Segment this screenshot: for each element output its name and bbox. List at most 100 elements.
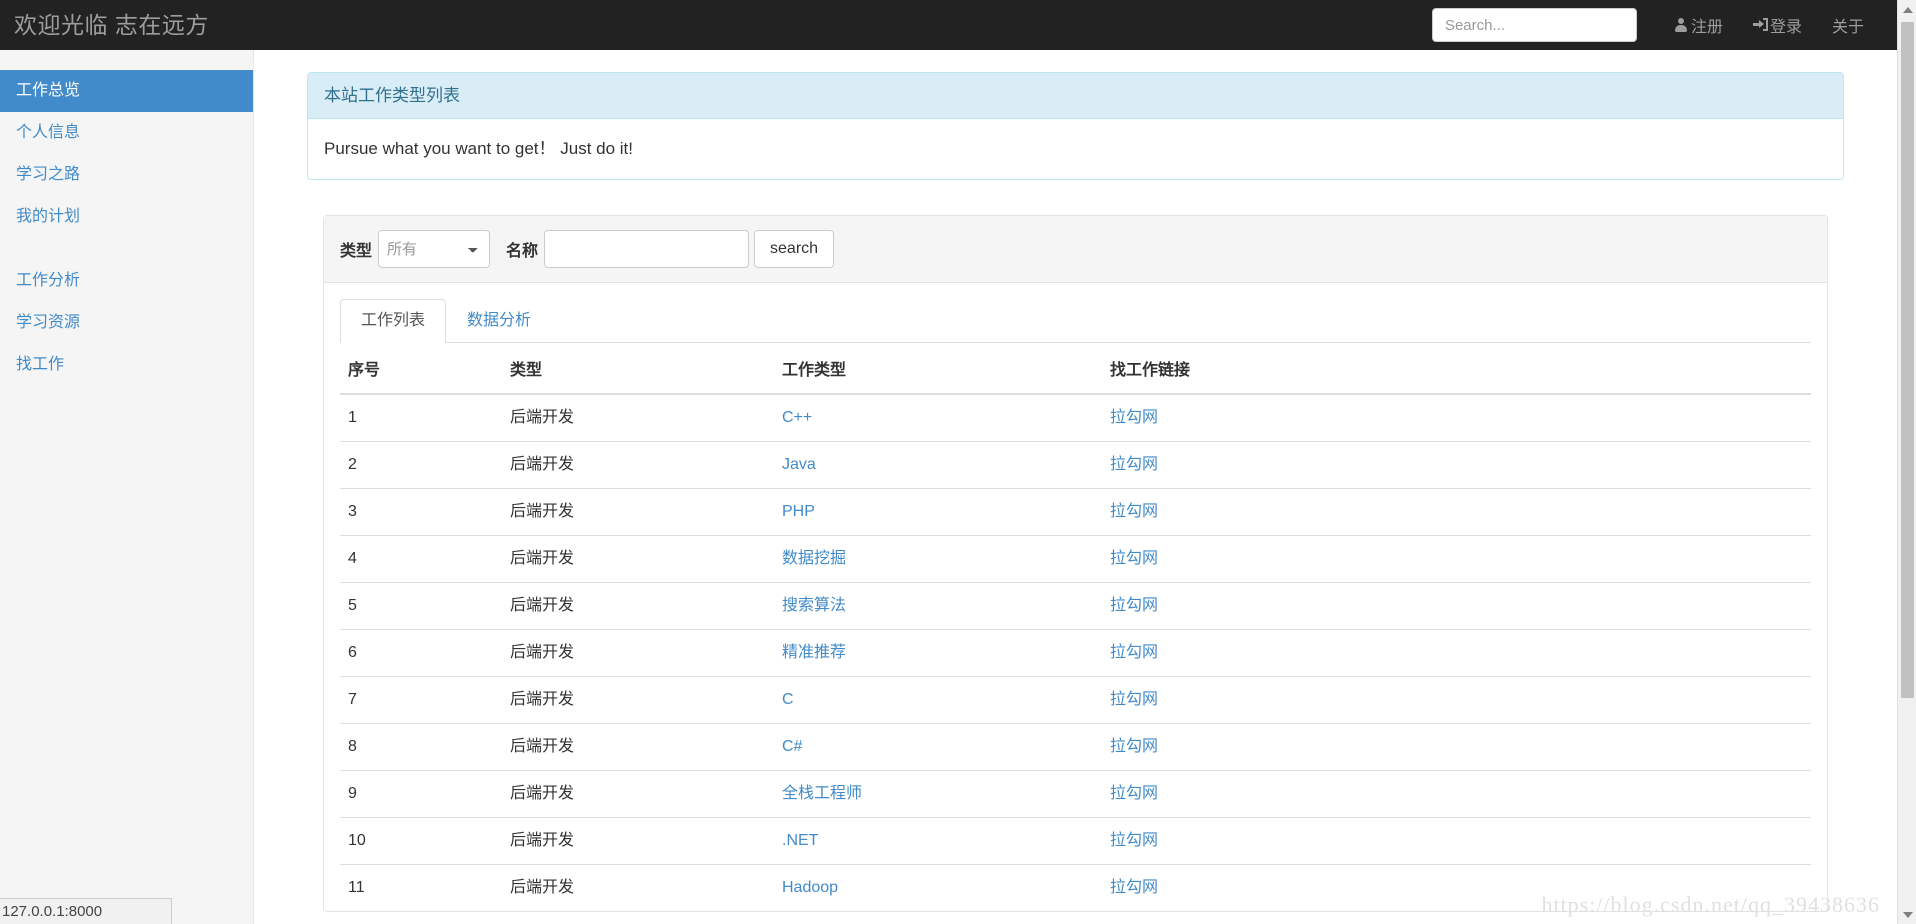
cell-index: 6: [340, 629, 502, 677]
cell-job-site-link[interactable]: 拉勾网: [1102, 817, 1811, 865]
cell-job-site-link[interactable]: 拉勾网: [1102, 394, 1811, 442]
table-row: 7 后端开发 C 拉勾网: [340, 676, 1811, 724]
job-site-link[interactable]: 拉勾网: [1110, 456, 1158, 473]
job-site-link[interactable]: 拉勾网: [1110, 832, 1158, 849]
tab-data-analysis[interactable]: 数据分析: [446, 299, 552, 343]
sidebar-item-label: 学习之路: [16, 166, 81, 183]
type-select[interactable]: 所有: [378, 230, 491, 268]
sidebar-item-study-path[interactable]: 学习之路: [0, 154, 253, 196]
cell-job-type-link[interactable]: 精准推荐: [774, 629, 1102, 677]
cell-job-type-link[interactable]: C#: [774, 723, 1102, 771]
cell-job-type-link[interactable]: PHP: [774, 488, 1102, 536]
job-site-link[interactable]: 拉勾网: [1110, 597, 1158, 614]
scroll-up-arrow-icon[interactable]: [1898, 0, 1916, 19]
cell-index: 7: [340, 676, 502, 724]
cell-category: 后端开发: [502, 676, 774, 724]
jobs-table: 序号 类型 工作类型 找工作链接 1 后端开发 C++ 拉勾网 2 后端开发 Java 拉勾网…: [340, 343, 1811, 911]
search-input[interactable]: [1431, 8, 1637, 42]
job-site-link[interactable]: 拉勾网: [1110, 503, 1158, 520]
column-header-index: 序号: [340, 343, 502, 395]
job-site-link[interactable]: 拉勾网: [1110, 691, 1158, 708]
cell-job-type-link[interactable]: 搜索算法: [774, 582, 1102, 630]
cell-job-type-link[interactable]: .NET: [774, 817, 1102, 865]
sidebar-item-work-analysis[interactable]: 工作分析: [0, 260, 253, 302]
cell-index: 1: [348, 409, 357, 426]
cell-job-site-link[interactable]: 拉勾网: [1102, 441, 1811, 489]
page-scrollbar[interactable]: [1897, 0, 1916, 924]
sidebar-item-label: 我的计划: [16, 208, 81, 225]
table-header-row: 序号 类型 工作类型 找工作链接: [340, 343, 1811, 395]
job-site-link[interactable]: 拉勾网: [1110, 644, 1158, 661]
job-type-link[interactable]: C: [782, 691, 794, 708]
site-brand[interactable]: 欢迎光临 志在远方: [0, 0, 209, 50]
cell-job-type-link[interactable]: Hadoop: [774, 864, 1102, 911]
table-row: 6 后端开发 精准推荐 拉勾网: [340, 629, 1811, 677]
nav-login-link[interactable]: 登录: [1738, 0, 1817, 50]
job-type-link[interactable]: C++: [782, 409, 812, 426]
sidebar-item-study-resources[interactable]: 学习资源: [0, 302, 253, 344]
job-type-link[interactable]: 搜索算法: [782, 597, 846, 614]
job-site-link[interactable]: 拉勾网: [1110, 785, 1158, 802]
tabs-container: 工作列表 数据分析 序号 类型 工作类型 找工作链接 1 后端开发 C++ 拉勾网 2 后…: [324, 283, 1827, 911]
jobs-table-head: 序号 类型 工作类型 找工作链接: [340, 343, 1811, 395]
tab-job-list[interactable]: 工作列表: [340, 299, 447, 343]
nav-register-link[interactable]: 注册: [1659, 0, 1738, 50]
cell-job-type-link[interactable]: 数据挖掘: [774, 535, 1102, 583]
job-type-link[interactable]: C#: [782, 738, 802, 755]
nav-register-label: 注册: [1690, 19, 1723, 36]
sidebar-item-personal-info[interactable]: 个人信息: [0, 112, 253, 154]
sidebar-item-work-overview[interactable]: 工作总览: [0, 70, 253, 112]
tab-list: 工作列表 数据分析: [340, 299, 1811, 343]
panel-title: 本站工作类型列表: [308, 73, 1843, 119]
sidebar-divider-gap: [0, 238, 253, 260]
job-type-link[interactable]: 精准推荐: [782, 644, 846, 661]
job-type-link[interactable]: PHP: [782, 503, 815, 520]
job-site-link[interactable]: 拉勾网: [1110, 879, 1158, 896]
cell-job-site-link[interactable]: 拉勾网: [1102, 723, 1811, 771]
job-site-link[interactable]: 拉勾网: [1110, 550, 1158, 567]
sidebar-item-label: 工作分析: [16, 272, 81, 289]
table-row: 3 后端开发 PHP 拉勾网: [340, 488, 1811, 536]
table-row: 1 后端开发 C++ 拉勾网: [340, 394, 1811, 442]
table-row: 2 后端开发 Java 拉勾网: [340, 441, 1811, 489]
table-row: 8 后端开发 C# 拉勾网: [340, 723, 1811, 771]
name-input[interactable]: [544, 230, 750, 268]
sidebar-item-label: 找工作: [16, 356, 65, 373]
job-type-link[interactable]: Hadoop: [782, 879, 838, 896]
user-icon: [1674, 17, 1689, 33]
cell-job-site-link[interactable]: 拉勾网: [1102, 770, 1811, 818]
job-type-link[interactable]: .NET: [782, 832, 818, 849]
nav-about-link[interactable]: 关于: [1817, 0, 1879, 50]
cell-index: 4: [340, 535, 502, 583]
scroll-down-arrow-icon[interactable]: [1898, 905, 1916, 924]
scrollbar-thumb[interactable]: [1901, 22, 1914, 698]
sidebar-item-my-plan[interactable]: 我的计划: [0, 196, 253, 238]
cell-category: 后端开发: [502, 488, 774, 536]
cell-job-type-link[interactable]: 全栈工程师: [774, 770, 1102, 818]
cell-job-site-link[interactable]: 拉勾网: [1102, 582, 1811, 630]
cell-job-site-link[interactable]: 拉勾网: [1102, 676, 1811, 724]
search-button[interactable]: search: [754, 230, 835, 268]
tab-label: 数据分析: [467, 312, 532, 329]
cell-job-type-link[interactable]: C: [774, 676, 1102, 724]
nav-about-label: 关于: [1831, 19, 1864, 36]
info-panel: 本站工作类型列表 Pursue what you want to get！ Ju…: [307, 72, 1844, 180]
cell-job-type-link[interactable]: Java: [774, 441, 1102, 489]
cell-job-site-link[interactable]: 拉勾网: [1102, 535, 1811, 583]
cell-job-site-link[interactable]: 拉勾网: [1102, 488, 1811, 536]
table-row: 5 后端开发 搜索算法 拉勾网: [340, 582, 1811, 630]
job-type-link[interactable]: 全栈工程师: [782, 785, 862, 802]
job-type-link[interactable]: Java: [782, 456, 816, 473]
cell-job-type-link[interactable]: C++: [774, 394, 1102, 442]
table-row: 9 后端开发 全栈工程师 拉勾网: [340, 770, 1811, 818]
sidebar-item-find-job[interactable]: 找工作: [0, 344, 253, 386]
cell-category: 后端开发: [502, 723, 774, 771]
job-site-link[interactable]: 拉勾网: [1110, 409, 1158, 426]
table-row: 4 后端开发 数据挖掘 拉勾网: [340, 535, 1811, 583]
panel-message: Pursue what you want to get！ Just do it!: [324, 139, 633, 158]
job-site-link[interactable]: 拉勾网: [1110, 738, 1158, 755]
cell-category: 后端开发: [502, 441, 774, 489]
cell-job-site-link[interactable]: 拉勾网: [1102, 629, 1811, 677]
cell-job-site-link[interactable]: 拉勾网: [1102, 864, 1811, 911]
job-type-link[interactable]: 数据挖掘: [782, 550, 846, 567]
